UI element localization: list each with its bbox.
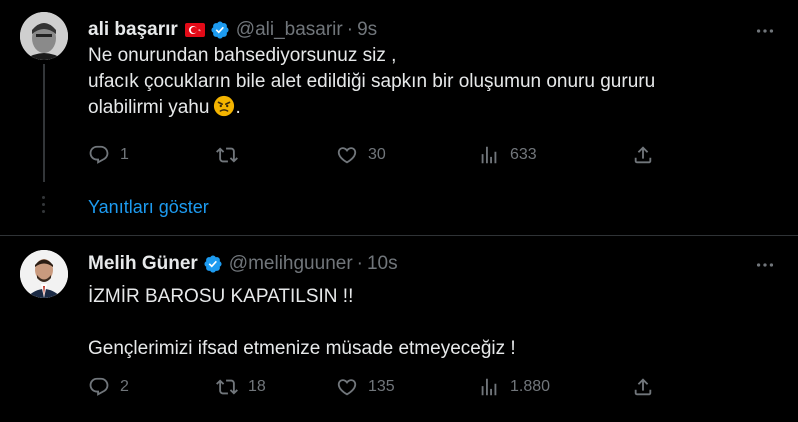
retweet-button[interactable]: 18 [216,376,266,398]
like-button[interactable]: 30 [336,144,386,166]
reply-icon [89,377,109,396]
views-count: 1.880 [510,378,551,395]
display-name[interactable]: Melih Güner [88,253,198,275]
share-button[interactable] [632,376,664,398]
tweet-header: Melih Güner @melihguuner · 10s [88,252,398,276]
tweet-text-line: olabilirmi yahu . [88,95,655,121]
tweet-text: İZMİR BAROSU KAPATILSIN !! Gençlerimizi … [88,284,516,362]
reply-button[interactable]: 2 [88,376,129,398]
tweet-actions: 2 18 135 1.880 [88,376,678,400]
share-icon [634,378,652,396]
more-icon[interactable] [754,254,776,276]
thread-dots [42,196,46,217]
tweet-text: Ne onurundan bahsediyorsunuz siz , ufacı… [88,43,655,121]
timestamp[interactable]: 10s [367,253,398,275]
tweet-actions: 1 30 633 [88,144,678,168]
handle[interactable]: @ali_basarir [236,19,343,41]
more-icon[interactable] [754,20,776,42]
tweet-text-line: Gençlerimizi ifsad etmenize müsade etmey… [88,338,516,359]
like-count: 135 [368,378,395,395]
handle[interactable]: @melihguuner [229,253,353,275]
angry-face-emoji [214,95,235,117]
share-button[interactable] [632,144,664,166]
views-button[interactable]: 1.880 [478,376,550,398]
reply-icon [89,145,109,164]
avatar[interactable] [20,250,68,298]
like-icon [337,379,357,396]
tweet-text-line: Ne onurundan bahsediyorsunuz siz , [88,45,397,66]
views-icon [481,146,497,164]
like-button[interactable]: 135 [336,376,395,398]
views-icon [481,378,497,396]
retweet-count: 18 [248,378,266,395]
tweet-text-line [88,310,516,336]
retweet-icon [216,379,238,395]
show-replies-link[interactable]: Yanıtları göster [88,197,209,218]
verified-badge-icon [211,21,229,39]
tweet-ali-basarir[interactable]: ali başarır @ali_basarir · 9s Ne onurund… [0,0,798,235]
like-count: 30 [368,146,386,163]
retweet-button[interactable] [216,144,248,166]
display-name[interactable]: ali başarır [88,19,178,41]
tweet-melih-guner[interactable]: Melih Güner @melihguuner · 10s İZMİR BAR… [0,236,798,422]
verified-badge-icon [204,255,222,273]
tweet-text-line: ufacık çocukların bile alet edildiği sap… [88,71,656,92]
views-button[interactable]: 633 [478,144,537,166]
timestamp[interactable]: 9s [357,19,377,41]
thread-line [43,64,45,182]
tweet-text-line-suffix: . [235,97,241,118]
reply-button[interactable]: 1 [88,144,129,166]
like-icon [337,147,357,164]
share-icon [634,146,652,164]
tweet-header: ali başarır @ali_basarir · 9s [88,18,377,42]
retweet-icon [216,147,238,163]
tweet-text-line-part: olabilirmi yahu [88,97,210,118]
tweet-text-line: İZMİR BAROSU KAPATILSIN !! [88,286,354,307]
reply-count: 2 [120,378,129,395]
separator-dot: · [356,253,363,274]
reply-count: 1 [120,146,129,163]
avatar[interactable] [20,12,68,60]
separator-dot: · [346,19,354,40]
views-count: 633 [510,146,537,163]
turkey-flag-icon [184,23,205,37]
